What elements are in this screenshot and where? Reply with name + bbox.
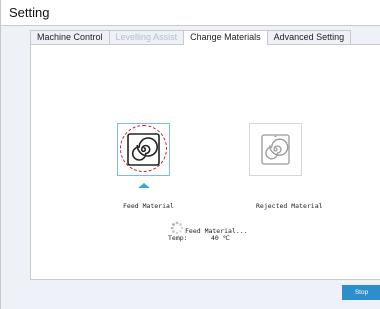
temperature-value: 40 ℃: [211, 234, 231, 242]
rejected-material-button[interactable]: [249, 123, 302, 176]
tab-advanced-setting[interactable]: Advanced Setting: [266, 30, 352, 44]
temperature-label: Temp:: [168, 234, 188, 242]
tab-machine-control[interactable]: Machine Control: [30, 30, 110, 44]
feed-material-button[interactable]: [117, 123, 170, 176]
tab-change-materials[interactable]: Change Materials: [183, 30, 268, 45]
loading-spinner-icon: [170, 221, 184, 235]
feed-material-label: Feed Material: [123, 202, 174, 210]
spiral-coil-icon: [261, 134, 290, 165]
window-title: Setting: [9, 5, 50, 20]
selected-indicator-arrow: [138, 183, 150, 188]
title-bar: Setting: [1, 0, 380, 26]
setting-window: Setting Machine Control Levelling Assist…: [0, 0, 380, 309]
stop-button[interactable]: Stop: [342, 285, 380, 300]
rejected-material-label: Rejected Material: [256, 202, 323, 210]
settings-tabs: Machine Control Levelling Assist Change …: [30, 30, 352, 45]
tab-levelling-assist: Levelling Assist: [108, 30, 185, 44]
selection-highlight-circle: [120, 125, 167, 172]
change-materials-content: Feed Material Rejected Material Feed Mat…: [30, 44, 380, 300]
